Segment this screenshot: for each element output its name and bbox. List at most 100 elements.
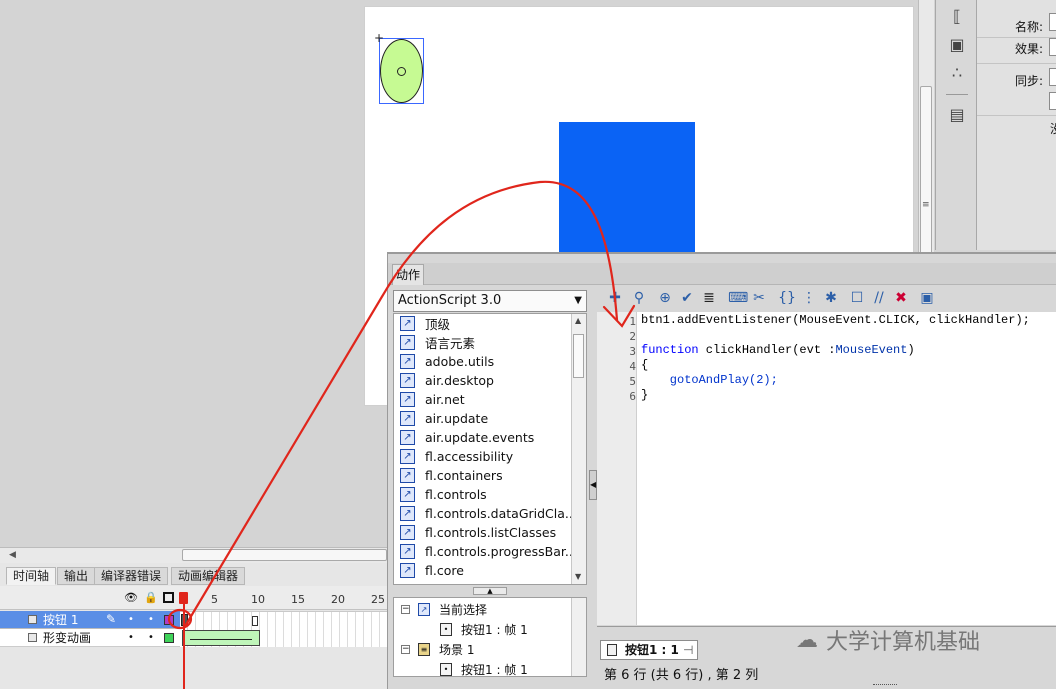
collapse-selection-icon[interactable]: ⋮ <box>800 289 818 307</box>
line-number-gutter: 1 2 3 4 5 6 <box>597 312 637 625</box>
script-navigator: − ↗ 当前选择 • 按钮1 : 帧 1 − ≡ 场景 1 • 按钮1 : 帧 … <box>393 597 587 677</box>
lock-icon[interactable]: 🔒 <box>144 591 158 604</box>
layer-color-swatch[interactable] <box>164 615 174 625</box>
list-item[interactable]: ↗ fl.controls.dataGridCla... <box>400 504 577 523</box>
remove-comment-icon[interactable]: ✖ <box>892 289 910 307</box>
stage-horizontal-scroll-thumb[interactable] <box>182 549 387 561</box>
collapse-braces-icon[interactable]: {} <box>778 289 796 307</box>
collapse-toggle[interactable]: − <box>401 645 410 654</box>
layer-color-swatch[interactable] <box>164 633 174 643</box>
scroll-left-arrow-icon[interactable]: ◀ <box>9 550 16 560</box>
playhead[interactable] <box>179 592 188 604</box>
list-item-label: air.update.events <box>425 430 535 445</box>
script-toolbar: ✚ ⚲ ⊕ ✔ ≣ ⌨ ✂ {} ⋮ ✱ ☐ // ✖ ▣ <box>600 287 1056 309</box>
layer-row-shape-tween[interactable]: 形变动画 • • <box>0 629 180 647</box>
list-item[interactable]: ↗ fl.controls.listClasses <box>400 523 556 542</box>
ruler-frame-20: 20 <box>331 593 345 606</box>
visibility-dot[interactable]: • <box>128 633 134 643</box>
expand-all-icon[interactable]: ✱ <box>822 289 840 307</box>
layer-name: 按钮 1 <box>43 613 79 627</box>
list-item-label: 语言元素 <box>425 336 476 351</box>
panel-icon-strip: ⟦ ▣ ∴ ▤ <box>935 0 977 250</box>
navigator-scrollbar[interactable] <box>571 598 586 676</box>
code-hint-icon[interactable]: ⌨ <box>728 289 748 307</box>
eye-icon[interactable]: 👁 <box>124 591 138 604</box>
show-toolbox-icon[interactable]: ▣ <box>918 289 936 307</box>
list-item[interactable]: ↗ adobe.utils <box>400 352 494 371</box>
insert-target-path-icon[interactable]: ⊕ <box>656 289 674 307</box>
nav-label: 按钮1 : 帧 1 <box>461 623 528 637</box>
pin-script-icon[interactable]: ⊣ <box>683 643 693 657</box>
tab-output[interactable]: 输出 <box>57 567 96 585</box>
collapse-toggle[interactable]: − <box>401 605 410 614</box>
sync-label: 同步: <box>1015 74 1044 88</box>
nav-label: 场景 1 <box>439 643 475 657</box>
script-editor[interactable] <box>613 312 1056 625</box>
list-item[interactable]: ↗ 语言元素 <box>400 333 475 352</box>
tween-arrow <box>190 634 252 640</box>
lock-dot[interactable]: • <box>148 615 154 625</box>
visibility-dot[interactable]: • <box>128 615 134 625</box>
transform-point <box>397 67 406 76</box>
nav-label: 当前选择 <box>439 603 488 617</box>
nav-current-selection[interactable]: ↗ 当前选择 <box>418 601 487 618</box>
layer-row-button1[interactable]: 按钮 1 ✎ • • <box>0 611 180 629</box>
book-arrow-icon: ↗ <box>400 335 415 350</box>
sync-repeat-dropdown[interactable] <box>1049 92 1056 110</box>
list-item[interactable]: ↗ fl.controls <box>400 485 487 504</box>
list-item[interactable]: ↗ fl.containers <box>400 466 503 485</box>
motion-presets-icon[interactable]: ∴ <box>944 60 970 84</box>
list-item[interactable]: ↗ air.net <box>400 390 465 409</box>
check-syntax-icon[interactable]: ✔ <box>678 289 696 307</box>
book-arrow-icon: ↗ <box>400 373 415 388</box>
scroll-up-arrow-icon[interactable]: ▲ <box>575 316 581 325</box>
block-comment-icon[interactable]: ☐ <box>848 289 866 307</box>
ruler-frame-10: 10 <box>251 593 265 606</box>
line-comment-icon[interactable]: // <box>870 289 888 307</box>
list-item-label: fl.core <box>425 563 464 578</box>
list-item[interactable]: ↗ fl.controls.progressBar... <box>400 542 577 561</box>
add-statement-icon[interactable]: ✚ <box>606 289 624 307</box>
tab-compiler-errors[interactable]: 编译器错误 <box>94 567 169 585</box>
list-item[interactable]: ↗ 顶级 <box>400 314 450 333</box>
debug-options-icon[interactable]: ✂ <box>750 289 768 307</box>
frame-script-icon <box>607 644 617 656</box>
effect-dropdown[interactable] <box>1049 38 1056 56</box>
collapse-toolbox-button[interactable]: ◀ <box>589 470 597 500</box>
tab-timeline[interactable]: 时间轴 <box>6 567 57 585</box>
chevron-down-icon: ▼ <box>574 295 582 306</box>
pane-divider-grip[interactable]: ▲ <box>473 587 507 595</box>
library-folder-icon[interactable]: ▤ <box>944 102 970 126</box>
ruler-frame-25: 25 <box>371 593 385 606</box>
pencil-icon[interactable]: ✎ <box>106 612 116 626</box>
nav-scene[interactable]: ≡ 场景 1 <box>418 641 474 658</box>
sync-dropdown[interactable] <box>1049 68 1056 86</box>
lock-dot[interactable]: • <box>148 633 154 643</box>
find-icon[interactable]: ⚲ <box>630 289 648 307</box>
tab-motion-editor[interactable]: 动画编辑器 <box>171 567 246 585</box>
language-select[interactable]: ActionScript 3.0 ▼ <box>393 290 587 312</box>
panel-resize-grip[interactable] <box>873 684 897 688</box>
list-item[interactable]: ↗ air.desktop <box>400 371 494 390</box>
type-name: MouseEvent <box>835 343 908 357</box>
scroll-down-arrow-icon[interactable]: ▼ <box>575 572 581 581</box>
tab-actions[interactable]: 动作 <box>392 264 424 285</box>
line-number: 3 <box>629 345 636 358</box>
name-field[interactable] <box>1049 13 1056 31</box>
list-item[interactable]: ↗ air.update <box>400 409 488 428</box>
book-arrow-icon: ↗ <box>400 563 415 578</box>
list-item-label: fl.accessibility <box>425 449 514 464</box>
list-item[interactable]: ↗ fl.accessibility <box>400 447 513 466</box>
blue-rectangle-shape[interactable] <box>559 122 695 252</box>
auto-format-icon[interactable]: ≣ <box>700 289 718 307</box>
list-item[interactable]: ↗ air.update.events <box>400 428 534 447</box>
components-icon[interactable]: ▣ <box>944 32 970 56</box>
toolbox-scroll-thumb[interactable] <box>573 334 584 378</box>
nav-current-frame[interactable]: • 按钮1 : 帧 1 <box>440 621 528 638</box>
code-text: ) <box>907 343 915 357</box>
nav-scene-frame[interactable]: • 按钮1 : 帧 1 <box>440 661 528 678</box>
book-arrow-icon: ↗ <box>400 506 415 521</box>
outline-icon[interactable] <box>163 592 174 603</box>
list-item[interactable]: ↗ fl.core <box>400 561 464 580</box>
info-panel-icon[interactable]: ⟦ <box>944 4 970 28</box>
